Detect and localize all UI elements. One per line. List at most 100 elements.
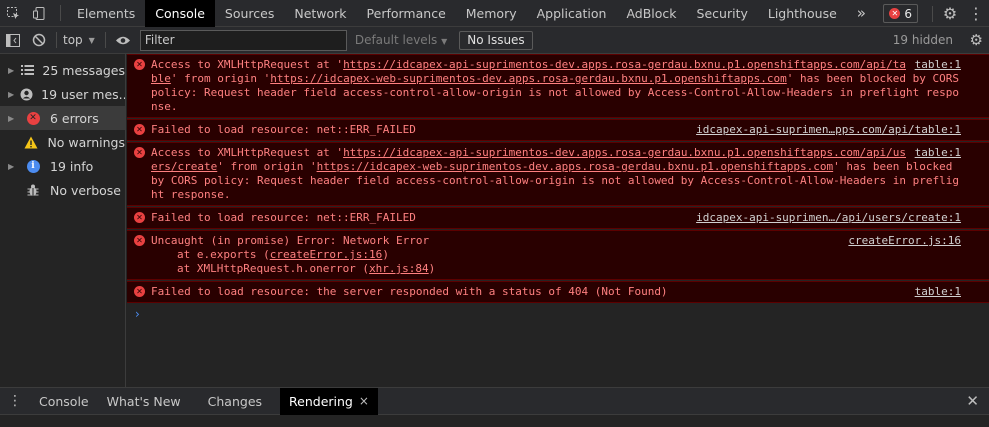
stack-frame-link[interactable]: createError.js:16 — [270, 248, 383, 261]
message-text-part: Access to XMLHttpRequest at ' — [151, 58, 344, 71]
tab-application[interactable]: Application — [527, 0, 617, 27]
sidebar-item-label: 19 info — [50, 158, 94, 174]
expand-caret-icon[interactable]: ▶ — [8, 114, 18, 123]
source-link[interactable]: idcapex-api-suprimen…pps.com/api/table:1 — [696, 123, 961, 137]
more-options-icon[interactable]: ⋮ — [963, 0, 989, 27]
stack-frame: at e.exports (createError.js:16) — [151, 248, 961, 262]
source-link[interactable]: idcapex-api-suprimen…/api/users/create:1 — [696, 211, 961, 225]
sidebar-item-user-messages[interactable]: ▶ 19 user mes... — [0, 82, 125, 106]
expand-caret-icon[interactable]: ▶ — [8, 90, 14, 99]
sidebar-item-label: 25 messages — [42, 62, 125, 78]
chevron-down-icon: ▼ — [88, 35, 95, 45]
sidebar-item-warnings[interactable]: No warnings — [0, 130, 125, 154]
console-toolbar: top ▼ Default levels ▼ No Issues 19 hidd… — [0, 27, 989, 54]
inspect-element-icon[interactable] — [0, 0, 26, 27]
hidden-count: 19 hidden — [892, 33, 953, 47]
drawer-tab-changes[interactable]: Changes — [190, 388, 280, 415]
message-text-part: ' from origin ' — [217, 160, 317, 173]
console-error-message: ✕ idcapex-api-suprimen…pps.com/api/table… — [127, 119, 989, 141]
close-tab-icon[interactable]: × — [359, 394, 369, 408]
stack-frame: at XMLHttpRequest.h.onerror (xhr.js:84) — [151, 262, 961, 276]
device-toolbar-icon[interactable] — [26, 0, 52, 27]
tab-lighthouse[interactable]: Lighthouse — [758, 0, 847, 27]
tab-console[interactable]: Console — [145, 0, 215, 27]
stack-frame-link[interactable]: xhr.js:84 — [369, 262, 429, 275]
console-error-message: ✕ table:1 Access to XMLHttpRequest at 'h… — [127, 142, 989, 206]
message-text: Access to XMLHttpRequest at 'https://idc… — [151, 146, 959, 201]
drawer-tab-console[interactable]: Console — [30, 388, 98, 415]
source-link[interactable]: table:1 — [915, 285, 961, 299]
chevron-down-icon: ▼ — [441, 37, 448, 46]
console-messages: ✕ table:1 Access to XMLHttpRequest at 'h… — [127, 54, 989, 387]
console-settings-gear-icon[interactable]: ⚙ — [970, 31, 983, 49]
drawer-tab-whats-new[interactable]: What's New — [98, 388, 190, 415]
source-link[interactable]: table:1 — [915, 146, 961, 160]
tab-sources[interactable]: Sources — [215, 0, 284, 27]
error-icon: ✕ — [889, 8, 901, 19]
close-drawer-icon[interactable]: ✕ — [966, 392, 979, 410]
console-error-message: ✕ idcapex-api-suprimen…/api/users/create… — [127, 207, 989, 229]
error-icon: ✕ — [134, 59, 145, 70]
toggle-sidebar-icon[interactable] — [0, 27, 26, 54]
log-levels-dropdown[interactable]: Default levels ▼ — [355, 33, 447, 47]
expand-caret-icon[interactable]: ▶ — [8, 66, 15, 75]
error-icon: ✕ — [134, 212, 145, 223]
sidebar-item-verbose[interactable]: No verbose — [0, 178, 125, 202]
user-icon — [20, 87, 33, 101]
error-icon: ✕ — [134, 286, 145, 297]
message-text-part: Access to XMLHttpRequest at ' — [151, 146, 344, 159]
toolbar-divider — [932, 5, 933, 22]
toolbar-divider — [60, 5, 61, 21]
stack-frame-text: at e.exports ( — [177, 248, 270, 261]
error-icon: ✕ — [134, 124, 145, 135]
sidebar-item-errors[interactable]: ▶ ✕ 6 errors — [0, 106, 125, 130]
url-link[interactable]: https://idcapex-web-suprimentos-dev.apps… — [317, 160, 834, 173]
sidebar-item-label: No verbose — [50, 182, 121, 198]
warning-icon — [23, 135, 39, 149]
stack-frame-text: ) — [382, 248, 389, 261]
drawer-content — [0, 415, 989, 427]
sidebar-item-info[interactable]: ▶ i 19 info — [0, 154, 125, 178]
url-link[interactable]: https://idcapex-web-suprimentos-dev.apps… — [270, 72, 787, 85]
console-error-message: ✕ table:1 Failed to load resource: the s… — [127, 281, 989, 303]
source-link[interactable]: createError.js:16 — [848, 234, 961, 248]
log-levels-label: Default levels — [354, 33, 438, 47]
drawer-tab-rendering[interactable]: Rendering × — [280, 387, 378, 415]
tab-security[interactable]: Security — [687, 0, 758, 27]
eye-icon[interactable] — [110, 27, 136, 54]
tab-adblock[interactable]: AdBlock — [616, 0, 686, 27]
console-prompt[interactable]: › — [127, 304, 989, 321]
info-icon: i — [24, 159, 42, 173]
filter-input[interactable] — [139, 29, 347, 51]
settings-gear-icon[interactable]: ⚙ — [937, 0, 963, 27]
console-error-message: ✕ createError.js:16 Uncaught (in promise… — [127, 230, 989, 280]
message-text: Failed to load resource: net::ERR_FAILED — [151, 123, 416, 136]
error-icon: ✕ — [134, 235, 145, 246]
stack-frame-text: at XMLHttpRequest.h.onerror ( — [177, 262, 370, 275]
drawer-tab-bar: ⋮ Console What's New Changes Rendering ×… — [0, 387, 989, 415]
sidebar-item-messages[interactable]: ▶ 25 messages — [0, 58, 125, 82]
toolbar-divider — [56, 32, 57, 48]
clear-console-icon[interactable] — [26, 27, 52, 54]
bug-icon — [24, 183, 42, 197]
error-icon: ✕ — [134, 147, 145, 158]
drawer-tab-label: Rendering — [289, 393, 353, 409]
prompt-chevron-icon: › — [135, 307, 140, 321]
expand-caret-icon[interactable]: ▶ — [8, 162, 18, 171]
no-issues-button[interactable]: No Issues — [459, 30, 533, 50]
message-text: Access to XMLHttpRequest at 'https://idc… — [151, 58, 959, 113]
list-icon — [21, 63, 35, 77]
source-link[interactable]: table:1 — [915, 58, 961, 72]
context-selector[interactable]: top ▼ — [63, 33, 95, 47]
tab-memory[interactable]: Memory — [456, 0, 527, 27]
sidebar-item-label: 19 user mes... — [41, 86, 125, 102]
tab-network[interactable]: Network — [284, 0, 356, 27]
drawer-menu-icon[interactable]: ⋮ — [0, 393, 30, 409]
more-tabs-icon[interactable]: » — [847, 0, 876, 27]
error-count-badge[interactable]: ✕ 6 — [883, 4, 918, 23]
sidebar-item-label: 6 errors — [50, 110, 99, 126]
tab-performance[interactable]: Performance — [357, 0, 456, 27]
devtools-tab-bar: Elements Console Sources Network Perform… — [0, 0, 989, 27]
console-error-message: ✕ table:1 Access to XMLHttpRequest at 'h… — [127, 54, 989, 118]
tab-elements[interactable]: Elements — [67, 0, 145, 27]
